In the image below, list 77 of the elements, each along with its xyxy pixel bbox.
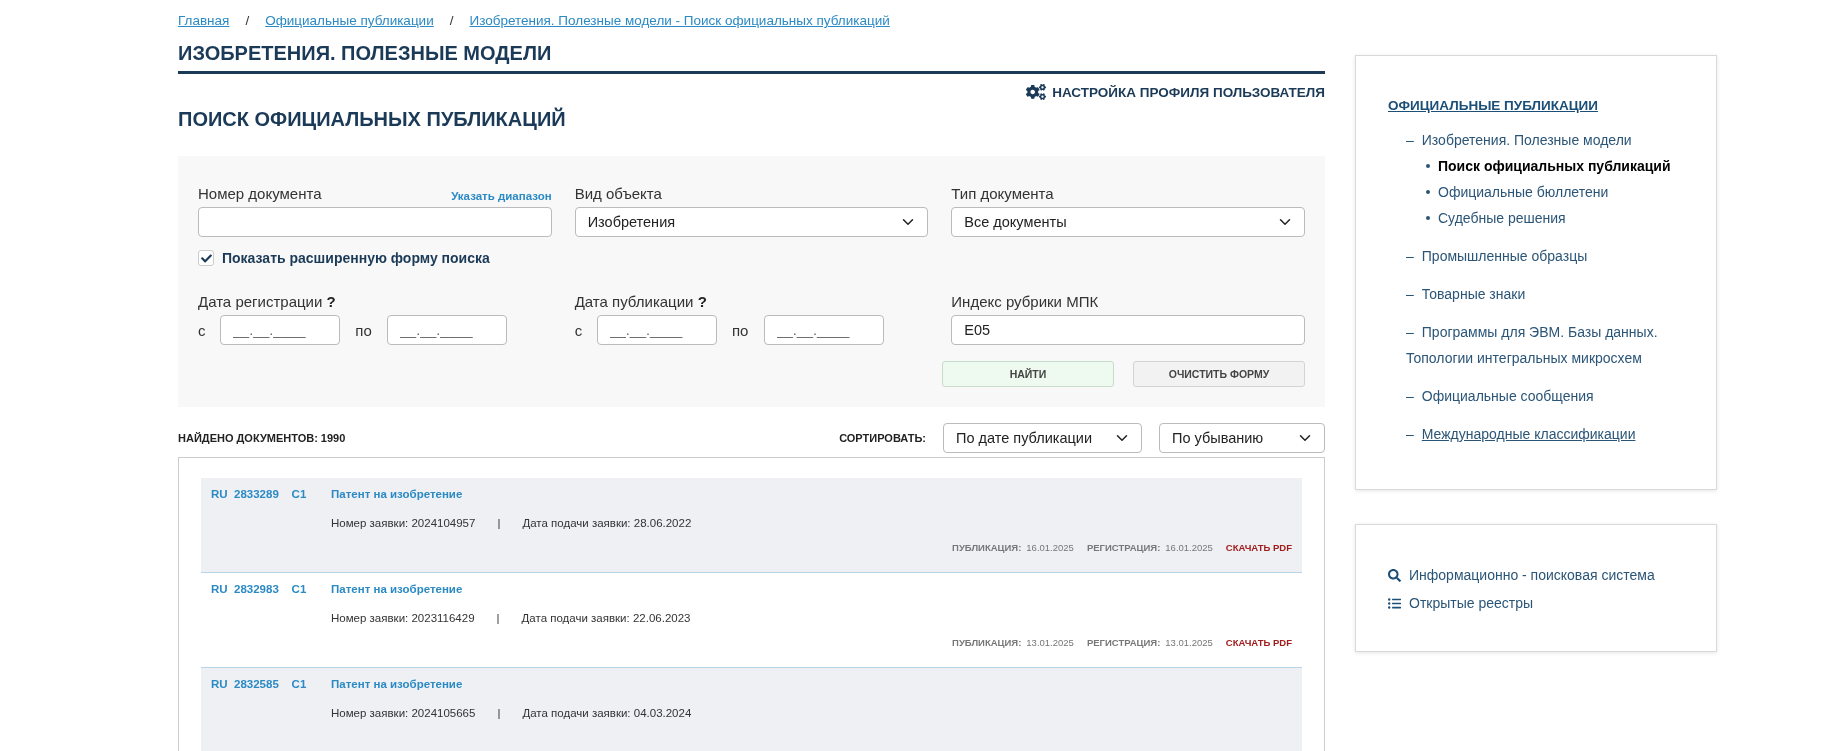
bullet-icon	[1426, 164, 1430, 168]
filing-date: Дата подачи заявки: 04.03.2024	[522, 707, 692, 719]
document-number-field[interactable]	[198, 207, 552, 237]
ipc-index-field[interactable]: E05	[951, 315, 1305, 345]
bullet-icon	[1426, 190, 1430, 194]
quick-link[interactable]: Открытые реестры	[1388, 589, 1696, 617]
bullet-icon	[1426, 216, 1430, 220]
sort-order-select[interactable]: По убыванию	[1159, 423, 1325, 453]
publication-label: ПУБЛИКАЦИЯ:	[952, 637, 1022, 648]
object-type-select[interactable]: Изобретения	[574, 207, 929, 237]
date-field[interactable]: __.__.____	[596, 315, 717, 345]
sidebar-link[interactable]: – Программы для ЭВМ. Базы данных. Топологии интегральных микросхем	[1406, 319, 1686, 371]
page-title: ПОИСК ОФИЦИАЛЬНЫХ ПУБЛИКАЦИЙ	[178, 108, 567, 131]
registration-date: 13.01.2025	[1165, 637, 1213, 648]
sidebar-link[interactable]: – Изобретения. Полезные модели	[1406, 127, 1686, 153]
filing-date: Дата подачи заявки: 28.06.2022	[522, 517, 692, 529]
checkbox[interactable]	[198, 250, 214, 266]
from-label: с	[574, 321, 584, 339]
document-type-select[interactable]: Все документы	[951, 207, 1305, 237]
date-field[interactable]: __.__.____	[763, 315, 884, 345]
clear-form-button[interactable]: ОЧИСТИТЬ ФОРМУ	[1133, 361, 1305, 387]
sidebar-link[interactable]: – Официальные сообщения	[1406, 383, 1686, 409]
field-label: Индекс рубрики МПК	[951, 293, 1099, 310]
separator: |	[496, 612, 500, 624]
profile-settings-link[interactable]: НАСТРОЙКА ПРОФИЛЯ ПОЛЬЗОВАТЕЛЯ	[1026, 82, 1325, 102]
sort-field-select[interactable]: По дате публикации	[943, 423, 1142, 453]
registration-date: 16.01.2025	[1165, 542, 1213, 553]
separator: |	[497, 707, 501, 719]
breadcrumb-link[interactable]: Главная	[178, 13, 230, 28]
from-label: с	[198, 321, 207, 339]
date-field[interactable]: __.__.____	[387, 315, 507, 345]
separator: |	[497, 517, 501, 529]
sidebar-link[interactable]: Официальные бюллетени	[1438, 179, 1609, 205]
link-text: Открытые реестры	[1409, 594, 1534, 613]
sidebar-link[interactable]: Поиск официальных публикаций	[1438, 153, 1671, 179]
sidebar-link[interactable]: Судебные решения	[1438, 205, 1566, 231]
to-label: по	[730, 321, 750, 339]
document-title-link[interactable]: Патент на изобретение	[331, 583, 463, 595]
registration-label: РЕГИСТРАЦИЯ:	[1086, 637, 1161, 648]
checkbox-label: Показать расширенную форму поиска	[222, 250, 490, 266]
list-icon	[1388, 596, 1401, 610]
download-pdf-link[interactable]: СКАЧАТЬ PDF	[1225, 637, 1292, 648]
breadcrumb-separator: /	[449, 13, 454, 28]
field-label: Тип документа	[951, 185, 1054, 202]
application-number: Номер заявки: 2024105665	[331, 707, 476, 719]
sidebar-title-link[interactable]: ОФИЦИАЛЬНЫЕ ПУБЛИКАЦИИ	[1388, 98, 1598, 113]
publication-label: ПУБЛИКАЦИЯ:	[952, 542, 1022, 553]
breadcrumb-separator: /	[245, 13, 250, 28]
publication-date: 13.01.2025	[1026, 637, 1074, 648]
check-icon	[200, 252, 212, 264]
sidebar-link[interactable]: – Международные классификации	[1406, 421, 1686, 447]
download-pdf-link[interactable]: СКАЧАТЬ PDF	[1225, 542, 1292, 553]
search-button[interactable]: НАЙТИ	[942, 361, 1114, 387]
publication-date: 16.01.2025	[1026, 542, 1074, 553]
quick-link[interactable]: Информационно - поисковая система	[1388, 561, 1696, 589]
registration-label: РЕГИСТРАЦИЯ:	[1086, 542, 1161, 553]
breadcrumb-link[interactable]: Изобретения. Полезные модели - Поиск официальных публикаций	[469, 13, 890, 28]
field-label: Дата регистрации ?	[198, 293, 336, 310]
field-label: Дата публикации ?	[574, 293, 707, 310]
link-text: Информационно - поисковая система	[1409, 566, 1655, 585]
sort-label: СОРТИРОВАТЬ:	[839, 432, 926, 444]
range-link[interactable]: Указать диапазон	[451, 190, 552, 202]
sidebar-link[interactable]: – Товарные знаки	[1406, 281, 1686, 307]
to-label: по	[354, 321, 373, 339]
search-icon	[1388, 568, 1401, 582]
application-number: Номер заявки: 2024104957	[331, 517, 476, 529]
section-title: ИЗОБРЕТЕНИЯ. ПОЛЕЗНЫЕ МОДЕЛИ	[178, 42, 1325, 74]
application-number: Номер заявки: 2023116429	[331, 612, 475, 624]
date-field[interactable]: __.__.____	[220, 315, 340, 345]
field-label: Номер документа	[198, 185, 322, 202]
sidebar-link[interactable]: – Промышленные образцы	[1406, 243, 1686, 269]
breadcrumb-link[interactable]: Официальные публикации	[265, 13, 434, 28]
gears-icon	[1026, 82, 1047, 102]
document-number-link[interactable]: RU 2832983 C1	[211, 583, 331, 595]
field-label: Вид объекта	[574, 185, 662, 202]
results-count: НАЙДЕНО ДОКУМЕНТОВ: 1990	[178, 432, 346, 444]
filing-date: Дата подачи заявки: 22.06.2023	[521, 612, 691, 624]
